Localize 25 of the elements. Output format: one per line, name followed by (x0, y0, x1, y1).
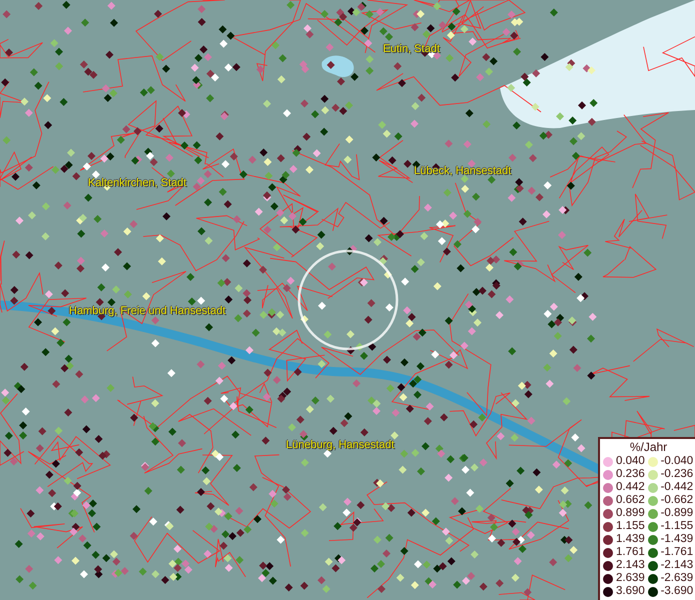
legend-value: 0.662 (616, 494, 645, 507)
legend-value: -1.439 (660, 533, 694, 546)
legend-value: 1.439 (616, 533, 645, 546)
place-label: Lübeck, Hansestadt (414, 165, 512, 177)
legend-value: 1.761 (616, 546, 645, 559)
legend-value: -0.662 (660, 494, 694, 507)
legend-value: 0.899 (616, 507, 645, 520)
legend-value: -1.761 (660, 546, 694, 559)
legend-value: -0.899 (660, 507, 694, 520)
legend-value: 1.155 (616, 520, 645, 533)
legend-value: -2.143 (660, 559, 694, 572)
legend-title: %/Jahr (628, 440, 668, 455)
legend-value: 0.442 (616, 481, 645, 494)
legend-value: 2.639 (616, 572, 645, 585)
legend-value: 2.143 (616, 559, 645, 572)
legend-value: -1.155 (660, 520, 694, 533)
legend-value: -3.690 (660, 585, 694, 598)
legend-value: -0.236 (660, 468, 694, 481)
legend-value: 0.040 (616, 455, 645, 468)
place-label: Lüneburg, Hansestadt (286, 439, 394, 451)
legend-value: -0.040 (660, 455, 694, 468)
legend-value: -0.442 (660, 481, 694, 494)
legend-value: -2.639 (660, 572, 694, 585)
legend-value: 3.690 (616, 585, 645, 598)
legend-value: 0.236 (616, 468, 645, 481)
